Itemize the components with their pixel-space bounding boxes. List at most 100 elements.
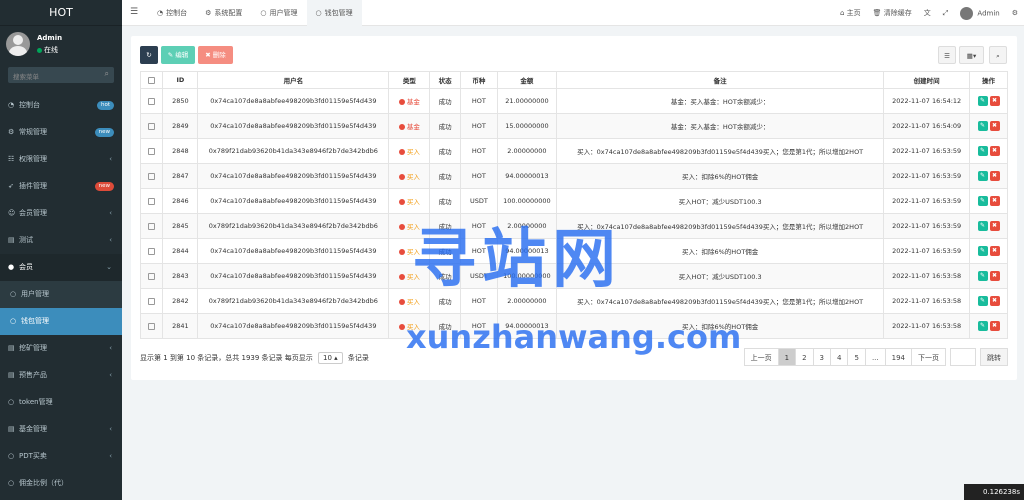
jump-button[interactable]: 跳转 bbox=[980, 348, 1008, 366]
page-button[interactable]: 5 bbox=[847, 348, 866, 366]
sidebar-item-members-admin[interactable]: ☺ 会员管理 ‹ bbox=[0, 200, 122, 227]
col-username[interactable]: 用户名 bbox=[197, 71, 390, 89]
app-logo[interactable]: HOT bbox=[0, 0, 122, 26]
row-checkbox-cell[interactable] bbox=[139, 238, 164, 264]
row-checkbox-cell[interactable] bbox=[139, 163, 164, 189]
select-all-checkbox-cell[interactable] bbox=[139, 71, 164, 89]
row-checkbox[interactable] bbox=[148, 122, 156, 130]
admin-menu[interactable]: Admin bbox=[960, 6, 1000, 20]
row-edit-button[interactable]: ✎ bbox=[977, 296, 988, 306]
row-checkbox-cell[interactable] bbox=[139, 88, 164, 114]
row-delete-button[interactable]: ✖ bbox=[989, 121, 1000, 131]
home-link[interactable]: ⌂ 主页 bbox=[840, 8, 861, 18]
row-checkbox[interactable] bbox=[148, 222, 156, 230]
tab-user-manage[interactable]: ○ 用户管理 bbox=[251, 0, 306, 26]
row-checkbox[interactable] bbox=[148, 322, 156, 330]
row-delete-button[interactable]: ✖ bbox=[989, 96, 1000, 106]
row-checkbox[interactable] bbox=[148, 172, 156, 180]
row-checkbox[interactable] bbox=[148, 147, 156, 155]
row-checkbox-cell[interactable] bbox=[139, 288, 164, 314]
row-edit-button[interactable]: ✎ bbox=[977, 246, 988, 256]
sidebar-item-dashboard[interactable]: ◔ 控制台 hot bbox=[0, 92, 122, 119]
row-delete-button[interactable]: ✖ bbox=[989, 271, 1000, 281]
row-edit-button[interactable]: ✎ bbox=[977, 96, 988, 106]
fullscreen-icon[interactable]: ⤢ bbox=[943, 9, 949, 18]
row-delete-button[interactable]: ✖ bbox=[989, 321, 1000, 331]
row-edit-button[interactable]: ✎ bbox=[977, 121, 988, 131]
col-remark[interactable]: 备注 bbox=[556, 71, 885, 89]
search-toggle-button[interactable]: ⌕ bbox=[989, 46, 1007, 64]
row-edit-button[interactable]: ✎ bbox=[977, 321, 988, 331]
clear-cache-button[interactable]: 🗑 清除缓存 bbox=[873, 8, 912, 18]
page-button[interactable]: 3 bbox=[812, 348, 831, 366]
select-all-checkbox[interactable] bbox=[148, 76, 156, 84]
page-button[interactable]: 1 bbox=[777, 348, 797, 366]
col-type[interactable]: 类型 bbox=[388, 71, 431, 89]
row-edit-button[interactable]: ✎ bbox=[977, 171, 988, 181]
col-status[interactable]: 状态 bbox=[429, 71, 461, 89]
row-checkbox[interactable] bbox=[148, 247, 156, 255]
row-checkbox[interactable] bbox=[148, 197, 156, 205]
row-delete-button[interactable]: ✖ bbox=[989, 196, 1000, 206]
row-delete-button[interactable]: ✖ bbox=[989, 221, 1000, 231]
sidebar-item-members[interactable]: ● 会员 ⌄ bbox=[0, 254, 122, 281]
page-button[interactable]: 2 bbox=[795, 348, 814, 366]
menu-search-input[interactable]: 搜索菜单 ⌕ bbox=[8, 67, 114, 83]
col-coin[interactable]: 币种 bbox=[459, 71, 498, 89]
tab-system-config[interactable]: ⚙ 系统配置 bbox=[196, 0, 251, 26]
col-id[interactable]: ID bbox=[162, 71, 199, 89]
row-edit-button[interactable]: ✎ bbox=[977, 221, 988, 231]
sidebar-item-user-manage[interactable]: ○ 用户管理 bbox=[0, 281, 122, 308]
menu-toggle-icon[interactable]: ☰ bbox=[130, 7, 138, 17]
next-page-button[interactable]: 下一页 bbox=[911, 348, 946, 366]
prev-page-button[interactable]: 上一页 bbox=[743, 348, 779, 366]
tab-wallet-manage[interactable]: ○ 钱包管理 bbox=[306, 0, 362, 26]
sidebar-item-wallet-manage[interactable]: ○ 钱包管理 bbox=[0, 308, 122, 335]
row-checkbox[interactable] bbox=[148, 297, 156, 305]
table-row[interactable]: 2849 0x74ca107de8a8abfee498209b3fd01159e5… bbox=[139, 113, 1008, 139]
sidebar-item-plugins[interactable]: ➶ 插件管理 new bbox=[0, 173, 122, 200]
row-checkbox-cell[interactable] bbox=[139, 113, 164, 139]
columns-toggle-button[interactable]: ☰ bbox=[938, 46, 956, 64]
col-amount[interactable]: 金额 bbox=[496, 71, 558, 89]
search-icon[interactable]: ⌕ bbox=[105, 69, 109, 79]
settings-gear-icon[interactable]: ⚙ bbox=[1012, 9, 1018, 17]
row-checkbox[interactable] bbox=[148, 272, 156, 280]
page-size-select[interactable]: 10 ▴ bbox=[318, 352, 343, 364]
export-dropdown-button[interactable]: ▦▾ bbox=[959, 46, 984, 64]
refresh-button[interactable]: ↻ bbox=[140, 46, 158, 64]
row-delete-button[interactable]: ✖ bbox=[989, 146, 1000, 156]
sidebar-item-mining[interactable]: ▤ 挖矿管理 ‹ bbox=[0, 335, 122, 362]
row-checkbox-cell[interactable] bbox=[139, 263, 164, 289]
row-checkbox-cell[interactable] bbox=[139, 138, 164, 164]
sidebar-item-fund[interactable]: ▤ 基金管理 ‹ bbox=[0, 416, 122, 443]
translate-icon[interactable]: 文 bbox=[924, 8, 931, 18]
table-row[interactable]: 2850 0x74ca107de8a8abfee498209b3fd01159e5… bbox=[139, 88, 1008, 114]
page-jump-input[interactable] bbox=[950, 348, 976, 366]
row-delete-button[interactable]: ✖ bbox=[989, 296, 1000, 306]
row-delete-button[interactable]: ✖ bbox=[989, 246, 1000, 256]
delete-button[interactable]: ✖ 删除 bbox=[198, 46, 233, 64]
row-checkbox[interactable] bbox=[148, 97, 156, 105]
sidebar-item-general[interactable]: ⚙ 常规管理 new bbox=[0, 119, 122, 146]
row-edit-button[interactable]: ✎ bbox=[977, 146, 988, 156]
page-button[interactable]: 194 bbox=[884, 348, 912, 366]
row-checkbox-cell[interactable] bbox=[139, 213, 164, 239]
edit-button[interactable]: ✎ 编辑 bbox=[161, 46, 195, 64]
table-row[interactable]: 2848 0x789f21dab93620b41da343e8946f2b7de3… bbox=[139, 138, 1008, 164]
sidebar-item-token[interactable]: ○ token管理 bbox=[0, 389, 122, 416]
row-edit-button[interactable]: ✎ bbox=[977, 196, 988, 206]
row-checkbox-cell[interactable] bbox=[139, 188, 164, 214]
row-checkbox-cell[interactable] bbox=[139, 313, 164, 339]
table-row[interactable]: 2847 0x74ca107de8a8abfee498209b3fd01159e5… bbox=[139, 163, 1008, 189]
sidebar-item-auth[interactable]: ☷ 权限管理 ‹ bbox=[0, 146, 122, 173]
sidebar-item-presale[interactable]: ▤ 预售产品 ‹ bbox=[0, 362, 122, 389]
sidebar-item-commission[interactable]: ○ 佣金比例（代） bbox=[0, 470, 122, 497]
page-button[interactable]: 4 bbox=[830, 348, 849, 366]
sidebar-item-test[interactable]: ▤ 测试 ‹ bbox=[0, 227, 122, 254]
row-delete-button[interactable]: ✖ bbox=[989, 171, 1000, 181]
sidebar-item-pdt[interactable]: ○ PDT买卖 ‹ bbox=[0, 443, 122, 470]
tab-dashboard[interactable]: ◔ 控制台 bbox=[148, 0, 196, 26]
col-time[interactable]: 创建时间 bbox=[883, 71, 971, 89]
row-edit-button[interactable]: ✎ bbox=[977, 271, 988, 281]
